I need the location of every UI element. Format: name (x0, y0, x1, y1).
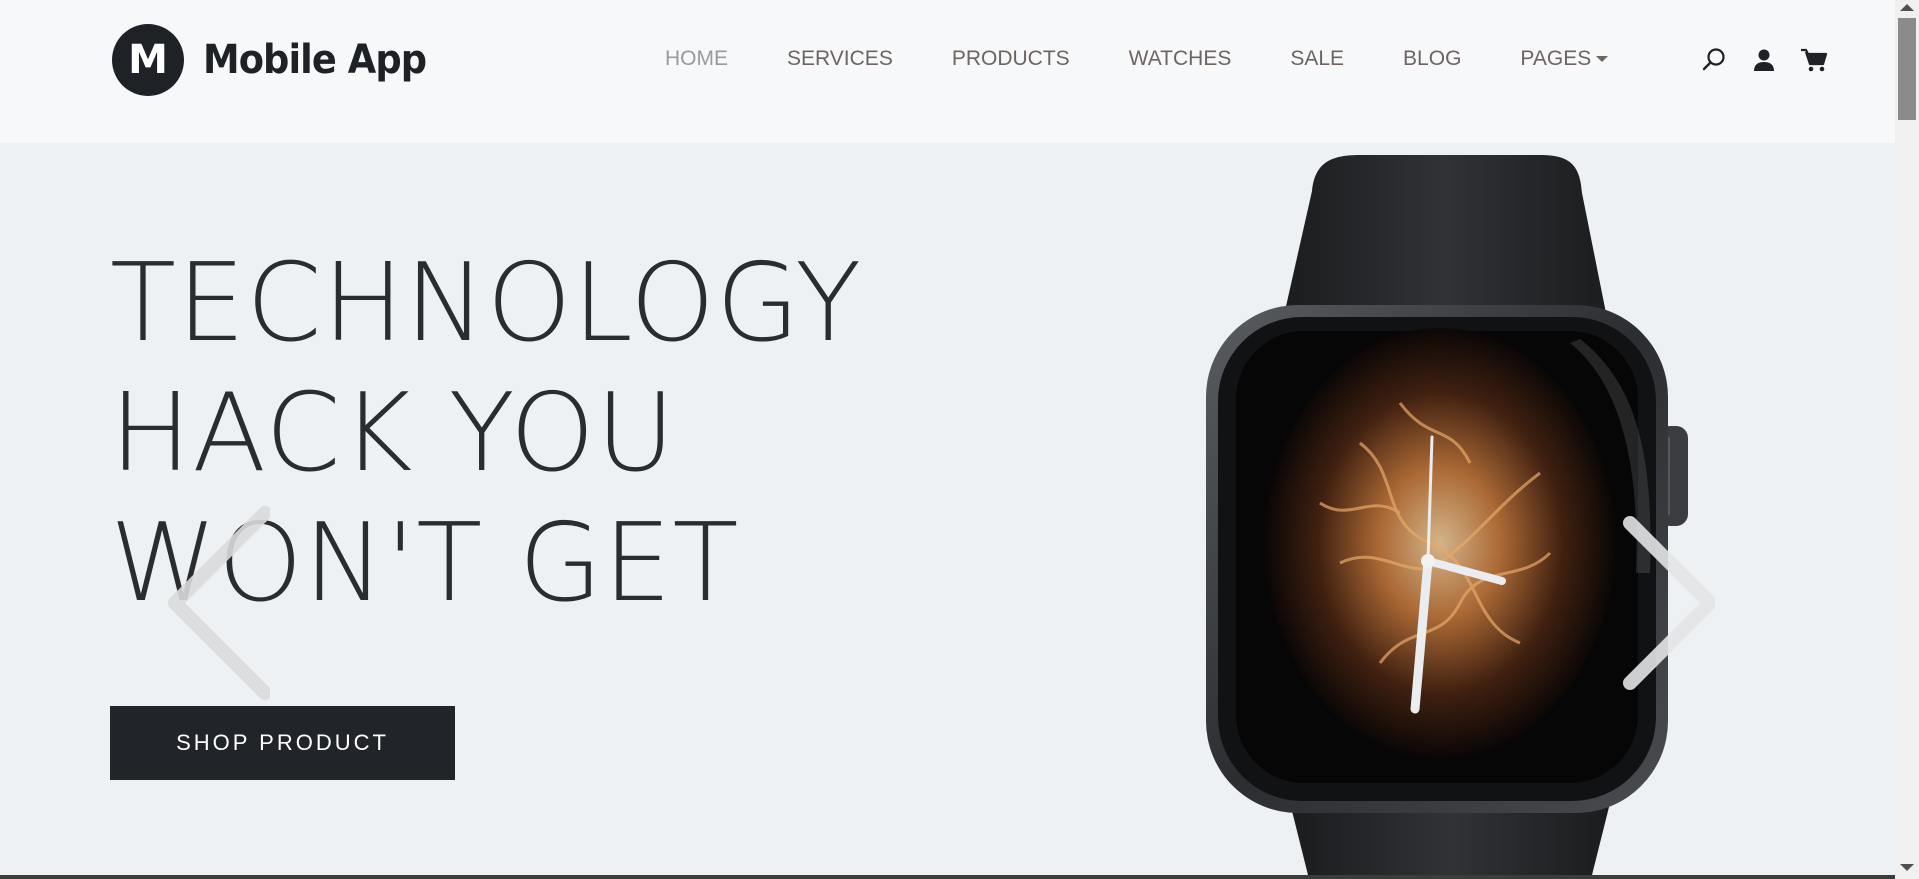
hero-slider: TECHNOLOGY HACK YOU WON'T GET SHOP PRODU… (0, 143, 1895, 875)
brand-logo[interactable]: M Mobile App (112, 24, 446, 96)
shop-product-button[interactable]: SHOP PRODUCT (110, 706, 455, 780)
scroll-thumb[interactable] (1898, 18, 1916, 120)
nav-item-products[interactable]: PRODUCTS (952, 47, 1070, 71)
nav-item-pages[interactable]: PAGES (1520, 47, 1609, 71)
nav-item-sale[interactable]: SALE (1290, 47, 1344, 71)
nav-item-watches[interactable]: WATCHES (1129, 47, 1232, 71)
nav-item-blog[interactable]: BLOG (1403, 47, 1461, 71)
headline-line-1: TECHNOLOGY (110, 241, 863, 366)
user-icon[interactable] (1750, 46, 1778, 74)
nav-item-services[interactable]: SERVICES (787, 47, 893, 71)
search-icon[interactable] (1700, 46, 1728, 74)
brand-mark: M (112, 24, 184, 96)
vertical-scrollbar[interactable] (1895, 0, 1919, 879)
scroll-down-arrow-icon[interactable] (1900, 864, 1914, 871)
brand-name: Mobile App (203, 37, 427, 83)
carousel-prev-arrow-icon[interactable] (160, 503, 270, 703)
cart-icon[interactable] (1800, 46, 1828, 74)
header-actions (1700, 46, 1828, 74)
nav-item-pages-label: PAGES (1520, 47, 1592, 70)
carousel-next-arrow-icon[interactable] (1605, 503, 1715, 703)
page-viewport: M Mobile App HOME SERVICES PRODUCTS WATC… (0, 0, 1895, 875)
headline-line-2: HACK YOU (110, 371, 676, 496)
main-nav: HOME SERVICES PRODUCTS WATCHES SALE BLOG… (665, 47, 1609, 71)
caret-down-icon (1596, 56, 1609, 62)
scroll-up-arrow-icon[interactable] (1900, 4, 1914, 11)
nav-item-home[interactable]: HOME (665, 47, 728, 71)
site-header: M Mobile App HOME SERVICES PRODUCTS WATC… (0, 0, 1895, 143)
